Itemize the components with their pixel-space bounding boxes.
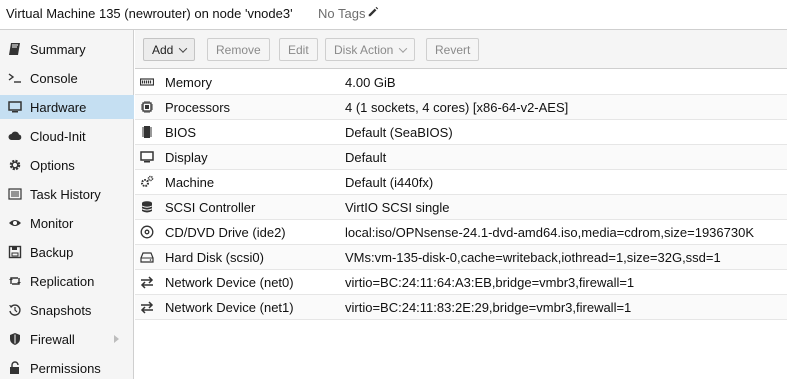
hardware-row-name: Machine: [165, 175, 215, 190]
hardware-row-scsi-controller[interactable]: SCSI Controller VirtIO SCSI single: [135, 195, 787, 220]
hardware-row-name: Display: [165, 150, 208, 165]
hdd-icon: [139, 249, 155, 265]
book-icon: [7, 41, 23, 57]
hardware-row-hard-disk[interactable]: Hard Disk (scsi0) VMs:vm-135-disk-0,cach…: [135, 245, 787, 270]
hardware-row-name: Processors: [165, 100, 231, 115]
hardware-row-name: Network Device (net0): [165, 275, 294, 290]
revert-button[interactable]: Revert: [426, 38, 480, 61]
hardware-row-value: 4.00 GiB: [345, 75, 396, 90]
hardware-row-processors[interactable]: Processors 4 (1 sockets, 4 cores) [x86-6…: [135, 95, 787, 120]
sidebar-item-label: Task History: [30, 186, 101, 202]
sidebar-item-firewall[interactable]: Firewall: [0, 327, 134, 351]
sidebar-item-label: Backup: [30, 244, 74, 260]
sidebar-item-snapshots[interactable]: Snapshots: [0, 298, 134, 322]
hardware-row-memory[interactable]: Memory 4.00 GiB: [135, 70, 787, 95]
sidebar-item-options[interactable]: Options: [0, 153, 134, 177]
header-bar: Virtual Machine 135 (newrouter) on node …: [0, 0, 787, 30]
sidebar-item-label: Cloud-Init: [30, 128, 86, 144]
edit-button-label: Edit: [288, 42, 309, 57]
hardware-row-cdrom[interactable]: CD/DVD Drive (ide2) local:iso/OPNsense-2…: [135, 220, 787, 245]
hardware-row-name: Memory: [165, 75, 212, 90]
hardware-row-value: Default (SeaBIOS): [345, 125, 453, 140]
list-icon: [7, 186, 23, 202]
tags-editor[interactable]: No Tags: [318, 6, 379, 21]
exchange-icon: [139, 299, 155, 315]
sidebar-item-label: Snapshots: [30, 302, 92, 318]
unlock-icon: [7, 360, 23, 376]
memory-icon: [139, 74, 155, 90]
edit-button[interactable]: Edit: [279, 38, 318, 61]
remove-button-label: Remove: [216, 42, 261, 57]
disk-action-button[interactable]: Disk Action: [325, 38, 416, 61]
eye-icon: [7, 215, 23, 231]
hardware-row-value: VirtIO SCSI single: [345, 200, 450, 215]
add-button-label: Add: [152, 42, 174, 57]
hardware-row-value: Default (i440fx): [345, 175, 434, 190]
hardware-row-value: Default: [345, 150, 387, 165]
sidebar-item-summary[interactable]: Summary: [0, 37, 134, 61]
chevron-down-icon: [399, 43, 408, 53]
revert-button-label: Revert: [435, 42, 471, 57]
sidebar-item-label: Summary: [30, 41, 86, 57]
shield-icon: [7, 331, 23, 347]
desktop-icon: [139, 149, 155, 165]
sidebar: Summary Console Hardware Cloud-Init Opti…: [0, 30, 134, 379]
sidebar-item-task-history[interactable]: Task History: [0, 182, 134, 206]
sidebar-item-hardware[interactable]: Hardware: [0, 95, 134, 119]
sidebar-item-monitor[interactable]: Monitor: [0, 211, 134, 235]
sidebar-item-label: Options: [30, 157, 75, 173]
page-title: Virtual Machine 135 (newrouter) on node …: [6, 6, 293, 21]
hardware-row-name: Hard Disk (scsi0): [165, 250, 264, 265]
sidebar-item-permissions[interactable]: Permissions: [0, 356, 134, 380]
hardware-row-name: SCSI Controller: [165, 200, 256, 215]
expand-arrow-icon[interactable]: [114, 335, 119, 343]
sidebar-item-label: Monitor: [30, 215, 74, 231]
sidebar-item-replication[interactable]: Replication: [0, 269, 134, 293]
gear-icon: [7, 157, 23, 173]
remove-button[interactable]: Remove: [207, 38, 270, 61]
floppy-icon: [7, 244, 23, 260]
microchip-icon: [139, 124, 155, 140]
database-icon: [139, 199, 155, 215]
hardware-row-name: Network Device (net1): [165, 300, 294, 315]
hardware-row-bios[interactable]: BIOS Default (SeaBIOS): [135, 120, 787, 145]
cogs-icon: [139, 174, 155, 190]
cpu-icon: [139, 99, 155, 115]
cdrom-icon: [139, 224, 155, 240]
hardware-row-value: 4 (1 sockets, 4 cores) [x86-64-v2-AES]: [345, 100, 569, 115]
hardware-row-value: virtio=BC:24:11:83:2E:29,bridge=vmbr3,fi…: [345, 300, 632, 315]
hardware-row-name: CD/DVD Drive (ide2): [165, 225, 286, 240]
hardware-row-value: local:iso/OPNsense-24.1-dvd-amd64.iso,me…: [345, 225, 754, 240]
hardware-row-name: BIOS: [165, 125, 197, 140]
exchange-icon: [139, 274, 155, 290]
sidebar-item-label: Replication: [30, 273, 95, 289]
hardware-row-display[interactable]: Display Default: [135, 145, 787, 170]
sidebar-item-console[interactable]: Console: [0, 66, 134, 90]
hardware-row-network-net0[interactable]: Network Device (net0) virtio=BC:24:11:64…: [135, 270, 787, 295]
sidebar-item-label: Console: [30, 70, 78, 86]
pencil-icon[interactable]: [367, 6, 379, 21]
sidebar-item-label: Permissions: [30, 360, 101, 376]
add-button[interactable]: Add: [143, 38, 196, 61]
history-icon: [7, 302, 23, 318]
chevron-down-icon: [179, 43, 188, 53]
toolbar: Add Remove Edit Disk Action Revert: [135, 30, 787, 69]
terminal-icon: [7, 70, 23, 86]
retweet-icon: [7, 273, 23, 289]
sidebar-item-cloud-init[interactable]: Cloud-Init: [0, 124, 134, 148]
sidebar-item-label: Hardware: [30, 99, 87, 115]
sidebar-item-backup[interactable]: Backup: [0, 240, 134, 264]
monitor-icon: [7, 99, 23, 115]
hardware-row-network-net1[interactable]: Network Device (net1) virtio=BC:24:11:83…: [135, 295, 787, 320]
cloud-icon: [7, 128, 23, 144]
tags-label: No Tags: [318, 6, 366, 21]
sidebar-item-label: Firewall: [30, 331, 75, 347]
hardware-row-value: VMs:vm-135-disk-0,cache=writeback,iothre…: [345, 250, 721, 265]
hardware-row-value: virtio=BC:24:11:64:A3:EB,bridge=vmbr3,fi…: [345, 275, 635, 290]
disk-action-button-label: Disk Action: [334, 42, 394, 57]
hardware-row-machine[interactable]: Machine Default (i440fx): [135, 170, 787, 195]
